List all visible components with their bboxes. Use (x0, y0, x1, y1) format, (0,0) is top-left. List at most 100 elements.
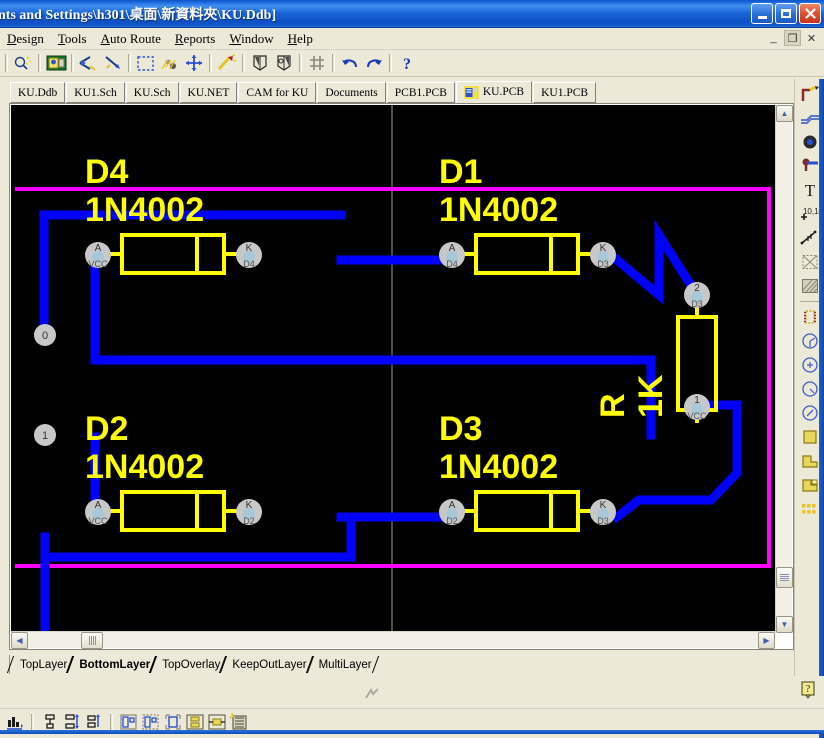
layer-tab-toplayer[interactable]: TopLayer (10, 656, 71, 673)
menu-item-tools[interactable]: Tools (51, 30, 94, 48)
tab-ku-net[interactable]: KU.NET (180, 82, 238, 103)
redo-button[interactable] (362, 52, 386, 75)
mdi-minimize-button[interactable]: _ (765, 30, 782, 46)
maximize-button[interactable] (775, 3, 797, 24)
horizontal-scrollbar[interactable]: ◀ ▶ (11, 631, 775, 648)
browse-component-button[interactable] (44, 52, 68, 75)
d4-comment-text: 1N4002 (85, 191, 204, 229)
pcb-cursor-icon (365, 688, 381, 700)
svg-text:D3: D3 (597, 259, 609, 269)
menu-item-window[interactable]: Window (222, 30, 280, 48)
scroll-left-button[interactable]: ◀ (11, 632, 28, 649)
align-left-icon (6, 713, 24, 731)
view-top-icon (251, 54, 269, 72)
tab-pcb1-pcb[interactable]: PCB1.PCB (387, 82, 455, 103)
place-via-icon (800, 158, 820, 174)
scroll-thumb-grip (780, 574, 789, 581)
toolbar-separator (128, 54, 131, 72)
undo-button[interactable] (338, 52, 362, 75)
select-area-button[interactable] (134, 52, 158, 75)
context-help-button[interactable]: ? (800, 680, 816, 699)
tab-label: Documents (325, 87, 377, 99)
context-help-icon: ? (801, 681, 816, 699)
place-line-icon (800, 111, 820, 125)
move-to-grid-icon (119, 713, 139, 731)
menu-item-help[interactable]: Help (281, 30, 320, 48)
view-bottom-button[interactable] (272, 52, 296, 75)
scroll-down-button[interactable]: ▼ (776, 616, 793, 633)
tab-documents[interactable]: Documents (317, 82, 385, 103)
svg-text:T: T (804, 181, 815, 199)
svg-text:1: 1 (694, 395, 700, 406)
layer-tab-bottomlayer[interactable]: BottomLayer (69, 656, 154, 673)
tab-label: KU.NET (188, 87, 230, 99)
layer-tab-multilayer[interactable]: MultiLayer (309, 656, 376, 673)
place-polygon-plane-icon (801, 278, 819, 294)
menu-item-auto-route[interactable]: Auto Route (94, 30, 168, 48)
placement-tool-palette: T 10,10 (794, 79, 824, 679)
deselect-all-button[interactable] (158, 52, 182, 75)
menu-item-reports[interactable]: Reports (168, 30, 222, 48)
deselect-all-icon (159, 55, 181, 72)
horizontal-scroll-thumb[interactable] (81, 632, 103, 649)
tab-ku-pcb[interactable]: KU.PCB (456, 81, 532, 103)
svg-text:D2: D2 (243, 516, 255, 526)
pad-d2-a: A VCC (85, 499, 111, 526)
svg-text:A: A (95, 243, 102, 254)
toggle-grid-button[interactable] (305, 52, 329, 75)
position-component-text-icon (141, 713, 161, 731)
tab-label: KU.PCB (483, 86, 524, 98)
undo-icon (340, 55, 360, 71)
main-toolbar: ? (0, 50, 824, 77)
cut-tool-icon (78, 54, 100, 72)
palette-separator (800, 301, 820, 302)
toolbar-separator (5, 54, 8, 72)
bottom-toolbar (0, 708, 824, 734)
view-top-button[interactable] (248, 52, 272, 75)
vertical-scroll-thumb[interactable] (776, 567, 793, 588)
svg-text:2: 2 (694, 283, 700, 294)
tab-ku-sch[interactable]: KU.Sch (126, 82, 179, 103)
toolbar-separator (242, 54, 245, 72)
paste-tool-button[interactable] (101, 52, 125, 75)
tab-label: CAM for KU (246, 87, 308, 99)
cut-tool-button[interactable] (77, 52, 101, 75)
zoom-tool-button[interactable] (11, 52, 35, 75)
toolbar-separator (31, 714, 34, 730)
layer-tab-bar: TopLayer BottomLayer TopOverlay KeepOutL… (9, 655, 794, 674)
tab-ku1-pcb[interactable]: KU1.PCB (533, 82, 596, 103)
layer-tab-label: TopOverlay (162, 659, 220, 671)
highlight-net-button[interactable] (215, 52, 239, 75)
move-selection-button[interactable] (182, 52, 206, 75)
tab-cam-for-ku[interactable]: CAM for KU (238, 82, 316, 103)
svg-text:?: ? (403, 56, 411, 72)
close-button[interactable] (799, 3, 821, 24)
place-coordinate-icon: 10,10 (799, 206, 821, 222)
mdi-close-button[interactable]: ✕ (803, 30, 820, 46)
svg-text:VCC: VCC (687, 411, 707, 421)
document-tab-bar: KU.Ddb KU1.Sch KU.Sch KU.NET CAM for KU … (0, 79, 824, 103)
svg-text:D2: D2 (446, 516, 458, 526)
mdi-restore-button[interactable]: ❐ (784, 30, 801, 46)
tab-ku1-sch[interactable]: KU1.Sch (66, 82, 125, 103)
scroll-up-button[interactable]: ▲ (776, 105, 793, 122)
vertical-scrollbar[interactable]: ▲ ▼ (775, 105, 792, 633)
minimize-button[interactable] (751, 3, 773, 24)
place-component-icon (801, 309, 819, 325)
d2-comment-text: 1N4002 (85, 448, 204, 486)
scroll-right-button[interactable]: ▶ (758, 632, 775, 649)
place-keepout-icon (801, 254, 819, 270)
tab-label: KU1.Sch (74, 87, 117, 99)
tab-ku-ddb[interactable]: KU.Ddb (10, 82, 65, 103)
layer-tab-topoverlay[interactable]: TopOverlay (152, 656, 224, 673)
pcb-canvas[interactable]: D4 1N4002 D1 1N4002 D2 (11, 105, 775, 633)
toolbar-separator (332, 54, 335, 72)
place-full-circle-icon (801, 404, 819, 422)
pad-connector-0: 0 (34, 324, 56, 346)
help-button[interactable]: ? (395, 52, 419, 75)
highlight-net-icon (216, 54, 238, 72)
menu-item-design[interactable]: Design (0, 30, 51, 48)
array-paste-icon (800, 501, 820, 517)
svg-text:K: K (246, 243, 253, 254)
layer-tab-keepoutlayer[interactable]: KeepOutLayer (222, 656, 310, 673)
